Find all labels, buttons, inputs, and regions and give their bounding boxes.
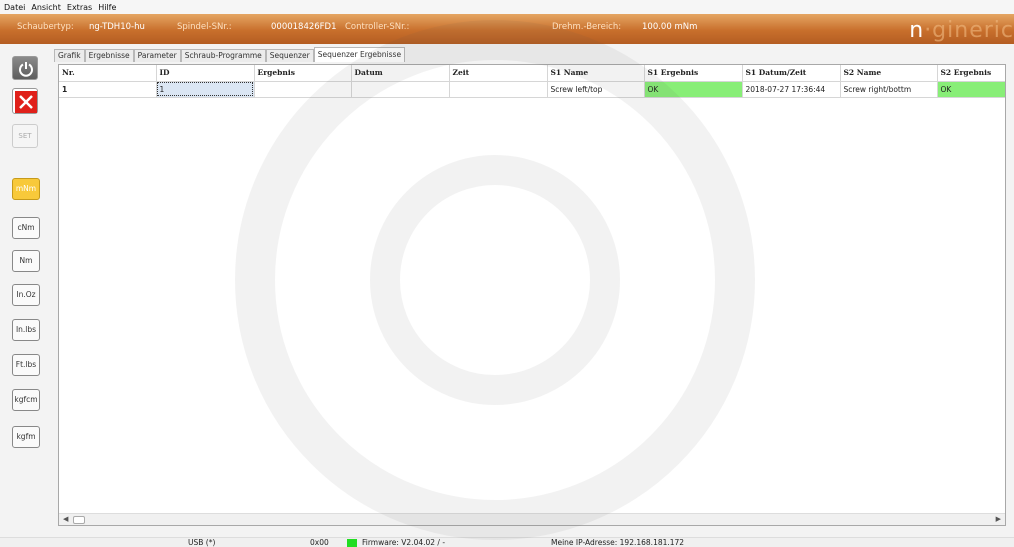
close-icon bbox=[15, 91, 37, 113]
unit-button-kgfcm[interactable]: kgfcm bbox=[12, 389, 40, 411]
table-row[interactable]: 1 1 Screw left/top OK 2018-07-27 17:36:44 Scr… bbox=[59, 81, 1005, 98]
table-cell[interactable] bbox=[449, 81, 548, 98]
scroll-right-icon[interactable]: ▶ bbox=[996, 515, 1001, 523]
table-cell[interactable]: Screw left/top bbox=[547, 81, 645, 98]
unit-button-inlbs[interactable]: In.lbs bbox=[12, 319, 40, 341]
status-bar: USB (*) 0x00 Firmware: V2.04.02 / - Mein… bbox=[0, 537, 1014, 547]
menu-datei[interactable]: Datei bbox=[4, 3, 25, 12]
column-header[interactable]: Ergebnis bbox=[254, 65, 352, 82]
table-cell[interactable]: 2018-07-27 17:36:44 bbox=[742, 81, 841, 98]
table-header-row: Nr. ID Ergebnis Datum Zeit S1 Name S1 Ergebnis… bbox=[59, 65, 1005, 82]
menu-hilfe[interactable]: Hilfe bbox=[98, 3, 116, 12]
menu-bar: Datei Ansicht Extras Hilfe bbox=[0, 0, 1014, 14]
power-icon bbox=[19, 62, 33, 77]
tab-schraub-programme[interactable]: Schraub-Programme bbox=[180, 49, 266, 62]
column-header[interactable]: Nr. bbox=[59, 65, 157, 82]
table-cell[interactable]: Screw right/bottm bbox=[840, 81, 938, 98]
unit-button-kgfm[interactable]: kgfm bbox=[12, 426, 40, 448]
results-table-panel: Nr. ID Ergebnis Datum Zeit S1 Name S1 Ergebnis… bbox=[58, 64, 1006, 526]
ip-address: Meine IP-Adresse: 192.168.181.172 bbox=[551, 538, 685, 547]
unit-button-nm[interactable]: Nm bbox=[12, 250, 40, 272]
column-header[interactable]: S2 Name bbox=[840, 65, 938, 82]
column-header[interactable]: Datum bbox=[351, 65, 450, 82]
table-cell[interactable]: OK bbox=[644, 81, 743, 98]
sequencer-results-table: Nr. ID Ergebnis Datum Zeit S1 Name S1 Ergebnis… bbox=[59, 65, 1005, 98]
drehm-label: Drehm.-Bereich: bbox=[552, 22, 622, 32]
firmware-version: Firmware: V2.04.02 / - bbox=[362, 538, 446, 547]
table-cell[interactable] bbox=[254, 81, 352, 98]
column-header[interactable]: ID bbox=[156, 65, 255, 82]
column-header[interactable]: Zeit bbox=[449, 65, 548, 82]
spindel-label: Spindel-SNr.: bbox=[177, 22, 232, 32]
unit-button-cnm[interactable]: cNm bbox=[12, 217, 40, 239]
controller-label: Controller-SNr.: bbox=[345, 22, 410, 32]
schraubertyp-value: ng-TDH10-hu bbox=[89, 22, 145, 32]
menu-extras[interactable]: Extras bbox=[67, 3, 92, 12]
unit-button-inoz[interactable]: In.Oz bbox=[12, 284, 40, 306]
spindel-value: 000018426FD1 bbox=[271, 22, 337, 32]
column-header[interactable]: S1 Datum/Zeit bbox=[742, 65, 841, 82]
power-button[interactable] bbox=[12, 56, 38, 80]
tab-ergebnisse[interactable]: Ergebnisse bbox=[84, 49, 134, 62]
set-button[interactable]: SET bbox=[12, 124, 38, 148]
unit-button-ftlbs[interactable]: Ft.lbs bbox=[12, 354, 40, 376]
tab-sequenzer[interactable]: Sequenzer bbox=[265, 49, 314, 62]
tab-bar: Grafik Ergebnisse Parameter Schraub-Program… bbox=[54, 47, 406, 62]
ngineric-logo: n·gineric bbox=[909, 18, 1014, 43]
menu-ansicht[interactable]: Ansicht bbox=[31, 3, 61, 12]
firmware-status-indicator bbox=[347, 539, 357, 547]
schraubertyp-label: Schaubertyp: bbox=[17, 22, 74, 32]
left-toolbar: SET mNm cNm Nm In.Oz In.lbs Ft.lbs kgfcm kgfm bbox=[0, 44, 54, 537]
close-button[interactable] bbox=[12, 88, 38, 114]
table-cell[interactable]: OK bbox=[937, 81, 1005, 98]
table-cell[interactable]: 1 bbox=[59, 81, 157, 98]
status-code: 0x00 bbox=[310, 538, 329, 547]
device-info-bar: Schaubertyp: ng-TDH10-hu Spindel-SNr.: 0… bbox=[0, 14, 1014, 44]
scroll-left-icon[interactable]: ◀ bbox=[63, 515, 68, 523]
scroll-thumb[interactable] bbox=[73, 516, 85, 524]
tab-grafik[interactable]: Grafik bbox=[54, 49, 85, 62]
horizontal-scrollbar[interactable]: ◀ ▶ bbox=[59, 513, 1005, 525]
table-cell[interactable] bbox=[351, 81, 450, 98]
column-header[interactable]: S1 Name bbox=[547, 65, 645, 82]
column-header[interactable]: S2 Ergebnis bbox=[937, 65, 1005, 82]
usb-status: USB (*) bbox=[188, 538, 216, 547]
drehm-value: 100.00 mNm bbox=[642, 22, 698, 32]
tab-parameter[interactable]: Parameter bbox=[133, 49, 181, 62]
column-header[interactable]: S1 Ergebnis bbox=[644, 65, 743, 82]
tab-sequenzer-ergebnisse[interactable]: Sequenzer Ergebnisse bbox=[313, 47, 406, 62]
unit-button-mnm[interactable]: mNm bbox=[12, 178, 40, 200]
table-cell[interactable]: 1 bbox=[156, 81, 255, 98]
